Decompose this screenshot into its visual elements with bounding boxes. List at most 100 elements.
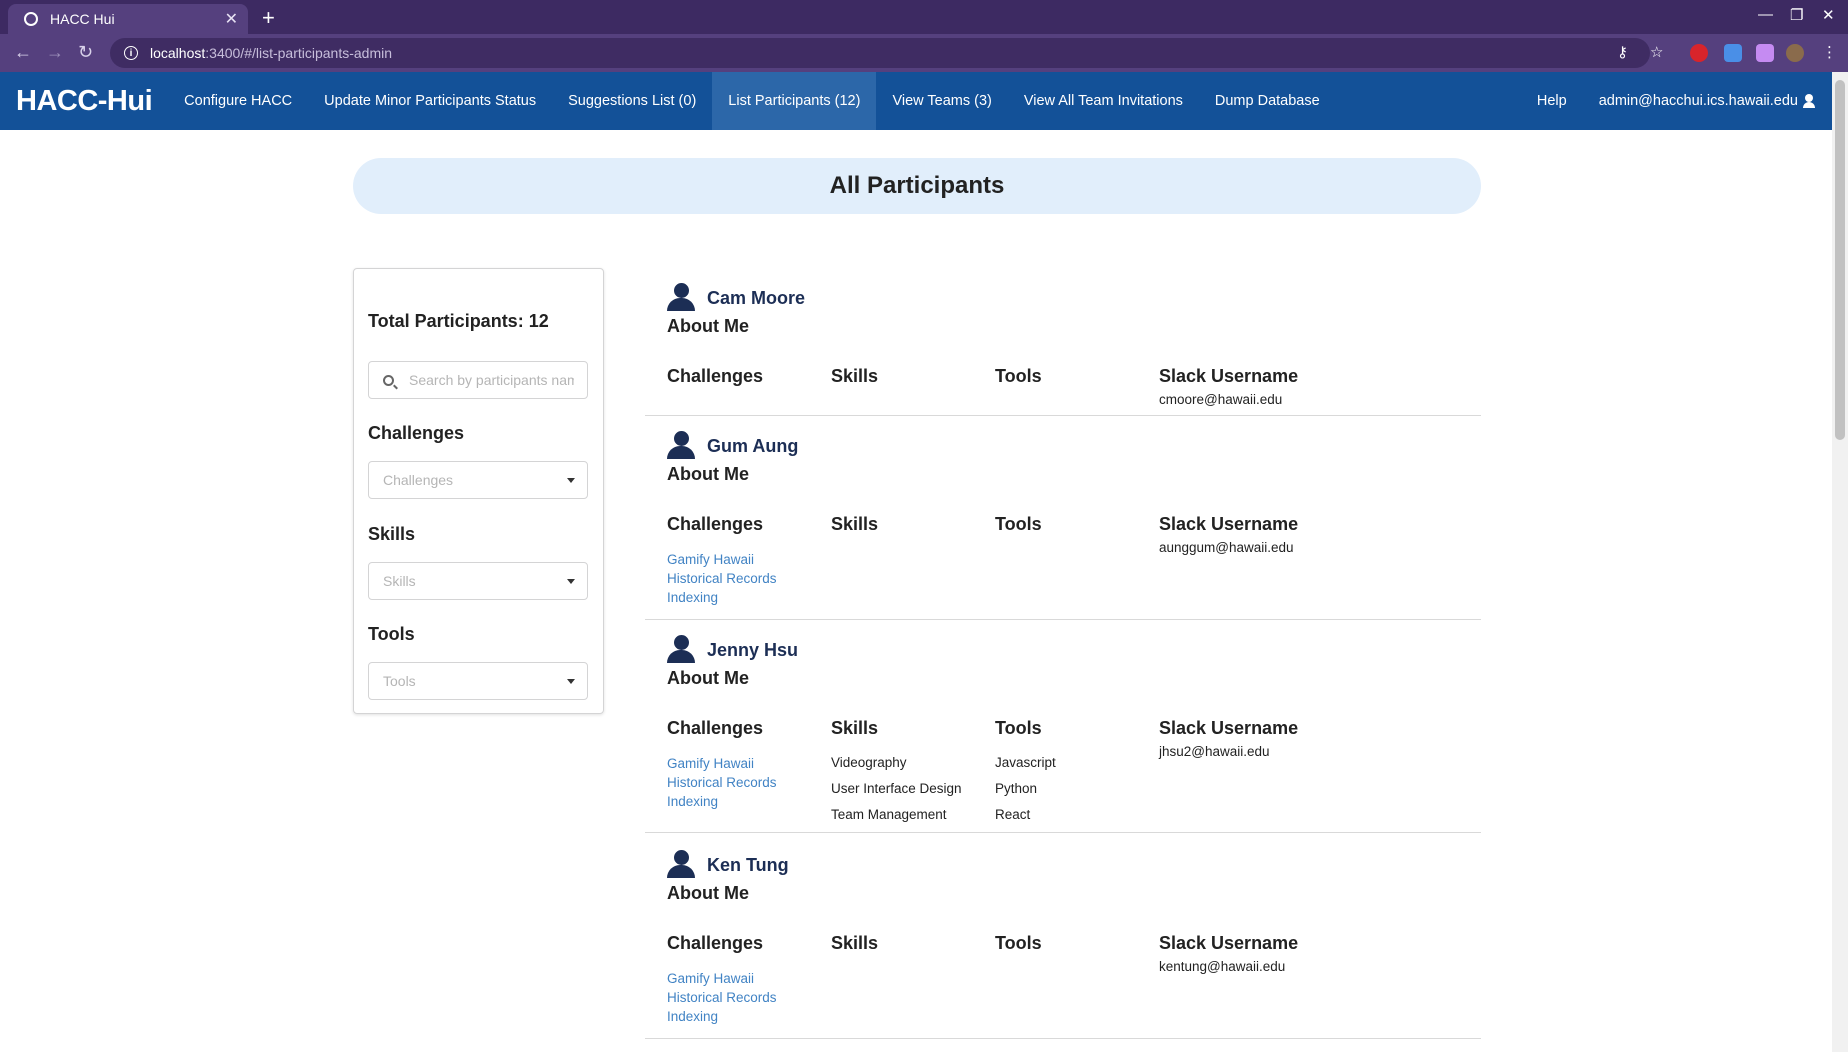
slack-heading: Slack Username	[1159, 718, 1299, 738]
extension-red-icon[interactable]	[1690, 44, 1708, 62]
about-me-heading: About Me	[667, 668, 749, 688]
user-icon	[1802, 94, 1816, 108]
participant-card: Ken Tung About Me Challenges Skills Tool…	[645, 843, 1481, 1039]
page-scrollbar-thumb[interactable]	[1835, 80, 1845, 440]
minimize-icon[interactable]: —	[1758, 6, 1773, 23]
nav-view-teams[interactable]: View Teams (3)	[876, 72, 1007, 130]
skills-heading: Skills	[831, 933, 879, 953]
skill-item: Videography	[831, 755, 907, 770]
challenge-link[interactable]: Gamify Hawaii	[667, 969, 754, 988]
nav-suggestions-list[interactable]: Suggestions List (0)	[552, 72, 712, 130]
tab-title: HACC Hui	[50, 11, 115, 27]
skills-heading: Skills	[831, 514, 879, 534]
user-icon	[667, 850, 695, 880]
user-icon	[667, 283, 695, 313]
participant-card: Cam Moore About Me Challenges Skills Too…	[645, 276, 1481, 416]
browser-tab-strip: HACC Hui ✕ + — ❐ ✕	[0, 0, 1848, 34]
brand-logo[interactable]: HACC-Hui	[0, 72, 168, 130]
tools-heading: Tools	[995, 514, 1042, 534]
nav-configure-hacc[interactable]: Configure HACC	[168, 72, 308, 130]
filter-panel: Total Participants: 12 Challenges Challe…	[353, 268, 604, 714]
tools-filter-label: Tools	[368, 624, 415, 644]
nav-update-minor-status[interactable]: Update Minor Participants Status	[308, 72, 552, 130]
challenge-link[interactable]: Indexing	[667, 792, 718, 811]
nav-help[interactable]: Help	[1521, 93, 1583, 109]
challenge-link[interactable]: Historical Records	[667, 569, 777, 588]
url-path: :3400/#/list-participants-admin	[205, 45, 393, 61]
total-participants: Total Participants: 12	[368, 311, 549, 331]
about-me-heading: About Me	[667, 883, 749, 903]
participant-card: Gum Aung About Me Challenges Skills Tool…	[645, 424, 1481, 620]
address-bar-row: ← → ↻ i localhost:3400/#/list-participan…	[0, 34, 1848, 72]
skills-dropdown-placeholder: Skills	[383, 573, 416, 589]
participant-name[interactable]: Ken Tung	[707, 855, 789, 876]
url-input[interactable]: i localhost:3400/#/list-participants-adm…	[110, 38, 1650, 68]
back-icon[interactable]: ←	[14, 42, 32, 63]
skill-item: Team Management	[831, 807, 947, 822]
forward-icon[interactable]: →	[46, 42, 64, 63]
tool-item: Javascript	[995, 755, 1056, 770]
new-tab-icon[interactable]: +	[262, 5, 275, 31]
tools-heading: Tools	[995, 718, 1042, 738]
nav-user-menu[interactable]: admin@hacchui.ics.hawaii.edu	[1583, 93, 1798, 109]
challenges-heading: Challenges	[667, 514, 764, 534]
dropdown-caret-icon	[567, 478, 575, 483]
challenge-link[interactable]: Indexing	[667, 588, 718, 607]
close-tab-icon[interactable]: ✕	[225, 9, 238, 29]
participant-name[interactable]: Gum Aung	[707, 436, 798, 457]
nav-view-team-invitations[interactable]: View All Team Invitations	[1008, 72, 1199, 130]
challenges-heading: Challenges	[667, 718, 764, 738]
slack-username: cmoore@hawaii.edu	[1159, 392, 1283, 407]
favicon-icon	[24, 12, 38, 26]
tool-item: React	[995, 807, 1031, 822]
challenge-link[interactable]: Gamify Hawaii	[667, 550, 754, 569]
extensions-puzzle-icon[interactable]	[1756, 44, 1774, 62]
reload-icon[interactable]: ↻	[78, 42, 93, 63]
slack-heading: Slack Username	[1159, 933, 1299, 953]
user-icon	[667, 635, 695, 665]
page-title: All Participants	[353, 158, 1481, 214]
bookmark-star-icon[interactable]: ☆	[1650, 43, 1663, 61]
challenges-filter-label: Challenges	[368, 423, 465, 443]
search-box[interactable]	[368, 361, 588, 399]
tools-heading: Tools	[995, 366, 1042, 386]
key-icon[interactable]: ⚷	[1617, 43, 1628, 61]
participant-card: Jenny Hsu About Me Challenges Skills Too…	[645, 628, 1481, 833]
menu-kebab-icon[interactable]: ⋮	[1822, 43, 1837, 61]
maximize-icon[interactable]: ❐	[1790, 6, 1803, 24]
slack-heading: Slack Username	[1159, 514, 1299, 534]
tools-dropdown[interactable]: Tools	[368, 662, 588, 700]
tool-item: Python	[995, 781, 1038, 796]
slack-username: aunggum@hawaii.edu	[1159, 540, 1294, 555]
skills-dropdown[interactable]: Skills	[368, 562, 588, 600]
close-window-icon[interactable]: ✕	[1822, 6, 1835, 24]
challenge-link[interactable]: Gamify Hawaii	[667, 754, 754, 773]
about-me-heading: About Me	[667, 316, 749, 336]
challenge-link[interactable]: Historical Records	[667, 988, 777, 1007]
participant-name[interactable]: Jenny Hsu	[707, 640, 798, 661]
challenge-link[interactable]: Indexing	[667, 1007, 718, 1026]
app-navbar: HACC-Hui Configure HACC Update Minor Par…	[0, 72, 1832, 130]
url-host: localhost	[150, 45, 206, 61]
profile-avatar[interactable]	[1786, 44, 1804, 62]
user-email: admin@hacchui.ics.hawaii.edu	[1598, 93, 1798, 109]
challenges-heading: Challenges	[667, 933, 764, 953]
challenges-dropdown[interactable]: Challenges	[368, 461, 588, 499]
skills-heading: Skills	[831, 718, 879, 738]
slack-username: kentung@hawaii.edu	[1159, 959, 1286, 974]
skills-heading: Skills	[831, 366, 879, 386]
about-me-heading: About Me	[667, 464, 749, 484]
user-icon	[667, 431, 695, 461]
challenge-link[interactable]: Historical Records	[667, 773, 777, 792]
tools-heading: Tools	[995, 933, 1042, 953]
nav-dump-database[interactable]: Dump Database	[1199, 72, 1336, 130]
extension-blue-icon[interactable]	[1724, 44, 1742, 62]
site-info-icon[interactable]: i	[124, 46, 138, 60]
dropdown-caret-icon	[567, 679, 575, 684]
search-input[interactable]	[409, 372, 574, 388]
slack-heading: Slack Username	[1159, 366, 1299, 386]
participant-name[interactable]: Cam Moore	[707, 288, 805, 309]
slack-username: jhsu2@hawaii.edu	[1159, 744, 1270, 759]
browser-tab[interactable]: HACC Hui ✕	[8, 4, 248, 34]
nav-list-participants[interactable]: List Participants (12)	[712, 72, 877, 130]
